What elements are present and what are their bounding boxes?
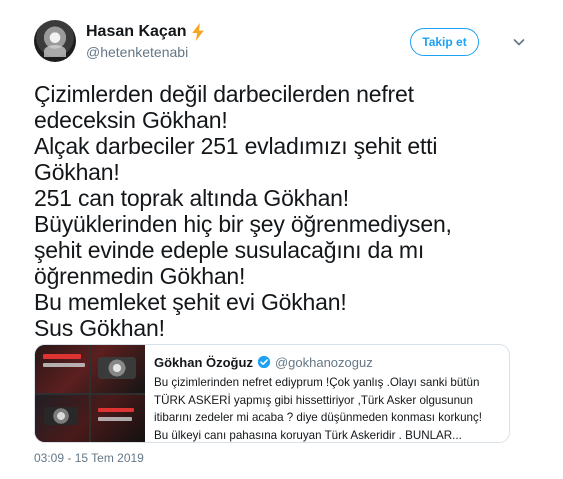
tweet-text-line: Alçak darbeciler 251 evladımızı şehit et…: [34, 133, 438, 159]
thumbnail-divider: [35, 393, 145, 395]
tweet-text-line: edeceksin Gökhan!: [34, 107, 228, 133]
tweet-header: Hasan Kaçan @hetenketenabi Takip et: [34, 20, 543, 64]
verified-badge-icon: [257, 355, 271, 369]
tweet-text-line: Bu memleket şehit evi Gökhan!: [34, 289, 347, 315]
tweet-text-line: Gökhan!: [34, 159, 120, 185]
thumbnail-figure: [98, 357, 136, 379]
tweet-card: Hasan Kaçan @hetenketenabi Takip et Çizi…: [0, 0, 563, 479]
thumbnail-figure: [44, 407, 78, 425]
author-handle[interactable]: @hetenketenabi: [86, 43, 346, 61]
quoted-author-name[interactable]: Gökhan Özoğuz: [154, 355, 253, 370]
author-display-name[interactable]: Hasan Kaçan: [86, 22, 187, 42]
tweet-text-line: 251 can toprak altında Gökhan!: [34, 185, 349, 211]
chevron-down-icon[interactable]: [511, 34, 527, 50]
author-info: Hasan Kaçan @hetenketenabi: [86, 22, 346, 61]
thumbnail-red-banner: [43, 354, 81, 359]
tweet-text: Çizimlerden değil darbecilerden nefret e…: [34, 81, 542, 341]
tweet-text-line: Büyüklerinden hiç bir şey öğrenmediysen,: [34, 211, 452, 237]
quoted-tweet-text: Bu çizimlerinden nefret ediyprum !Çok ya…: [154, 376, 483, 442]
tweet-timestamp[interactable]: 03:09 - 15 Tem 2019: [34, 451, 144, 465]
thumbnail-light-stripe: [98, 417, 132, 421]
quoted-author-handle[interactable]: @gokhanozoguz: [275, 355, 373, 370]
tweet-text-line: Sus Gökhan!: [34, 315, 165, 341]
lightning-bolt-icon: [191, 23, 204, 41]
author-name-row: Hasan Kaçan: [86, 22, 346, 42]
thumbnail-red-banner: [98, 408, 134, 412]
tweet-text-line: öğrenmedin Gökhan!: [34, 263, 246, 289]
quoted-tweet-thumbnail[interactable]: [35, 345, 145, 442]
thumbnail-light-stripe: [43, 363, 85, 367]
quoted-tweet-card[interactable]: Gökhan Özoğuz @gokhanozoguz Bu çizimleri…: [34, 344, 510, 443]
tweet-text-line: Çizimlerden değil darbecilerden nefret: [34, 81, 414, 107]
follow-button[interactable]: Takip et: [410, 28, 479, 56]
quoted-tweet-header: Gökhan Özoğuz @gokhanozoguz: [154, 353, 500, 371]
avatar[interactable]: [34, 20, 76, 62]
tweet-text-line: şehit evinde edeple susulacağını da mı: [34, 237, 425, 263]
quoted-tweet-body: Gökhan Özoğuz @gokhanozoguz Bu çizimleri…: [154, 353, 500, 442]
